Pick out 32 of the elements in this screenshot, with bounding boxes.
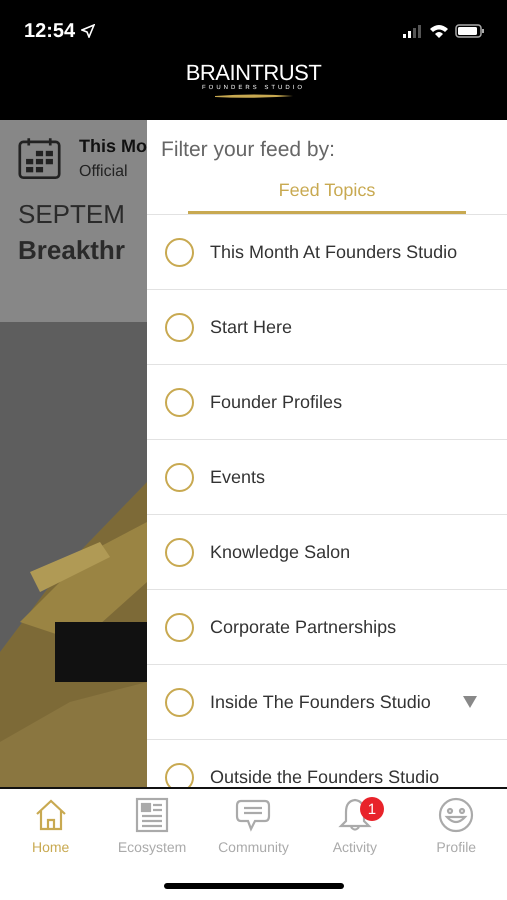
topic-label[interactable]: Knowledge Salon [210,542,507,562]
signal-icon [403,24,423,38]
logo-title: BRAINTRUST [186,62,322,84]
chat-icon [235,797,272,833]
wifi-icon [429,24,449,38]
radio-button[interactable] [165,312,194,342]
battery-icon [455,24,485,38]
post-author: Official [79,162,129,180]
headline: Breakthr [18,234,126,267]
radio-button[interactable] [165,538,194,566]
notification-badge: 1 [360,797,384,821]
radio-button[interactable] [165,238,194,266]
topic-label[interactable]: Corporate Partnerships [210,616,507,638]
radio-button[interactable] [165,612,194,642]
topic-label[interactable]: Start Here [210,316,507,338]
topic-label[interactable]: Events [210,466,507,488]
post-title: This Mo [79,136,147,156]
headline: SEPTEM [18,198,126,231]
topic-label[interactable]: Inside The Founders Studio [210,692,447,712]
smiley-icon [438,797,474,833]
topic-label[interactable]: Founder Profiles [210,392,507,412]
status-time: 12:54 [24,20,76,42]
location-arrow-icon [81,24,96,38]
radio-button[interactable] [165,762,194,787]
topic-label[interactable]: Outside the Founders Studio [210,766,507,787]
expand-triangle-icon[interactable] [463,696,477,708]
news-icon [134,797,170,833]
topic-label[interactable]: This Month At Founders Studio [210,242,507,262]
radio-button[interactable] [165,462,194,492]
radio-button[interactable] [165,688,194,716]
filter-title: Filter your feed by: [160,137,336,162]
radio-button[interactable] [165,388,194,416]
